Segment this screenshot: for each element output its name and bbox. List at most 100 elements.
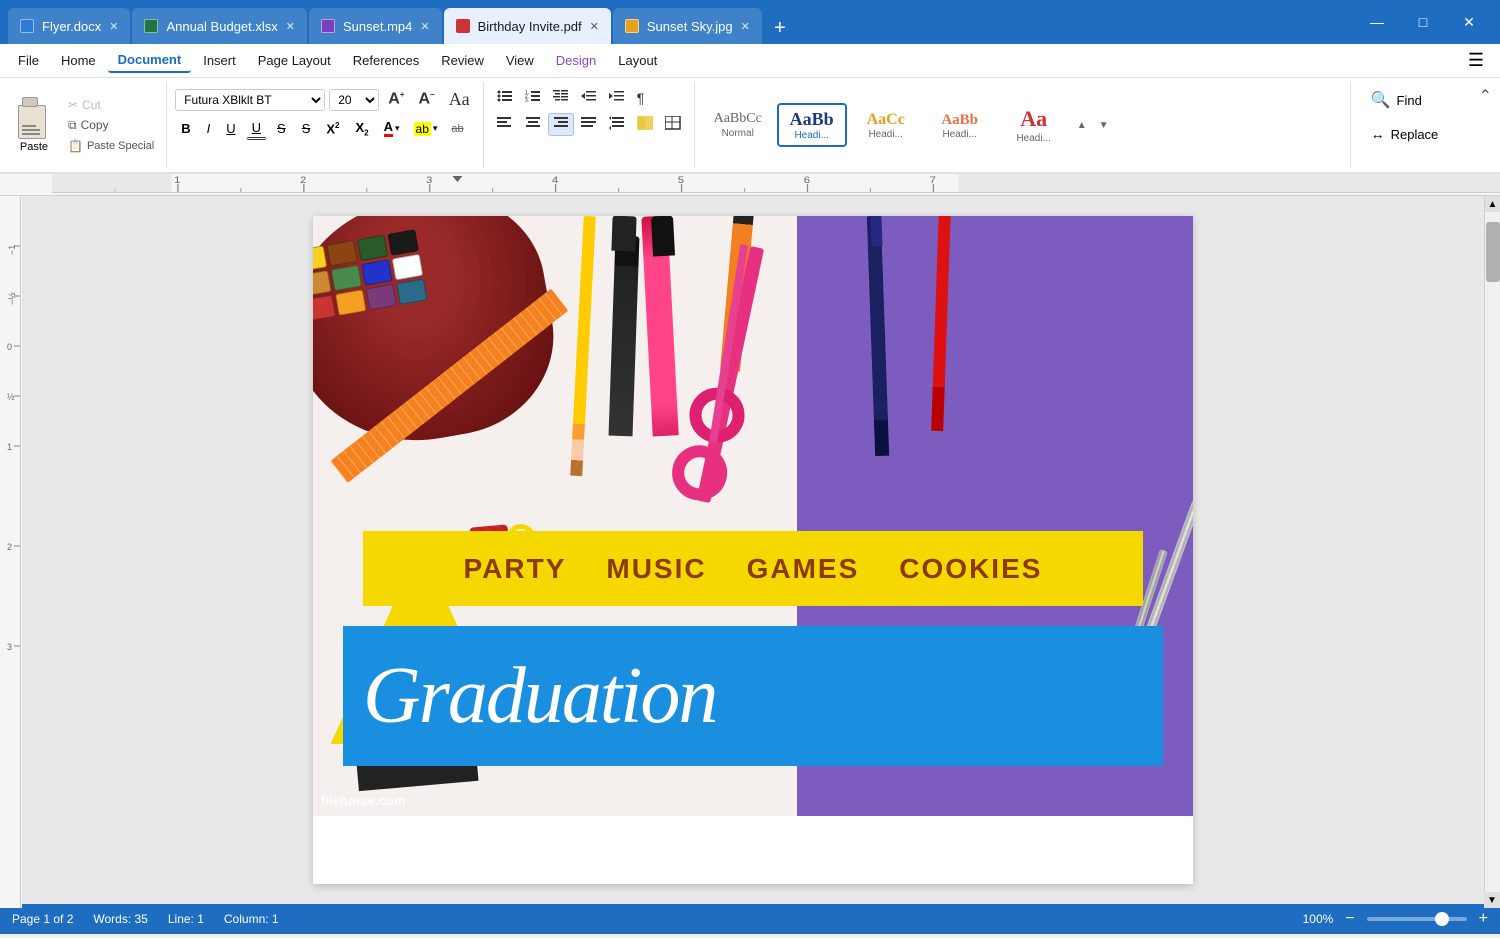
underline2-button[interactable]: U — [246, 117, 267, 140]
copy-button[interactable]: ⧉ Copy — [64, 116, 158, 135]
numbered-list-button[interactable]: 1.2.3. — [520, 86, 546, 109]
grow-font-button[interactable]: A+ — [383, 87, 409, 111]
scroll-up-button[interactable]: ▲ — [1485, 196, 1500, 212]
borders-button[interactable] — [660, 113, 686, 136]
paste-special-button[interactable]: 📋 Paste Special — [64, 137, 158, 155]
menu-home[interactable]: Home — [51, 49, 106, 72]
styles-scroll-up[interactable]: ▲ — [1073, 120, 1091, 131]
horizontal-ruler: 1 2 3 4 5 6 7 — [52, 174, 1500, 195]
tab-birthday[interactable]: Birthday Invite.pdf ✕ — [444, 8, 611, 44]
align-right-button[interactable] — [548, 113, 574, 136]
shading-button[interactable] — [632, 113, 658, 136]
banner-party: PARTY — [464, 553, 567, 585]
zoom-minus-button[interactable]: − — [1345, 910, 1354, 928]
new-tab-button[interactable]: + — [764, 12, 796, 44]
clear-format-button[interactable]: ab — [446, 120, 468, 138]
window-controls: — □ ✕ — [1354, 0, 1492, 44]
svg-text:3: 3 — [7, 642, 12, 652]
font-row-1: Futura XBlklt BT 20 A+ A− Aa — [175, 86, 474, 113]
italic-button[interactable]: I — [201, 118, 217, 139]
document-image: PARTY MUSIC GAMES COOKIES Graduation fil… — [313, 216, 1193, 816]
line-spacing-button[interactable] — [604, 113, 630, 136]
watermark: filehorse.com — [321, 793, 406, 808]
menu-view[interactable]: View — [496, 49, 544, 72]
highlight-color-button[interactable]: ab ▾ — [409, 119, 443, 139]
cut-button[interactable]: ✂ Cut — [64, 96, 158, 114]
tab-icon-jpg — [625, 19, 639, 33]
underline-button[interactable]: U — [220, 118, 241, 139]
find-button[interactable]: 🔍 Find — [1363, 86, 1459, 114]
style-heading3[interactable]: AaBb Headi... — [925, 105, 995, 146]
font-dialog-button[interactable]: Aa — [444, 86, 475, 113]
scroll-down-button[interactable]: ▼ — [1484, 892, 1500, 908]
zoom-plus-button[interactable]: + — [1479, 910, 1488, 928]
increase-indent-button[interactable] — [604, 86, 630, 109]
menu-more[interactable]: ☰ — [1460, 46, 1492, 75]
black-marker-cap — [612, 216, 637, 251]
status-right: 100% − + — [1303, 910, 1488, 928]
tab-sky[interactable]: Sunset Sky.jpg ✕ — [613, 8, 762, 44]
chevron-up-icon: ▲ — [1077, 120, 1087, 131]
tab-flyer[interactable]: Flyer.docx ✕ — [8, 8, 130, 44]
bullet-list-button[interactable] — [492, 86, 518, 109]
replace-button[interactable]: ↔ Replace — [1363, 122, 1459, 146]
svg-text:7: 7 — [930, 176, 937, 186]
style-heading2[interactable]: AaCc Headi... — [851, 104, 921, 146]
shrink-font-button[interactable]: A− — [413, 87, 439, 111]
tab-flyer-close[interactable]: ✕ — [109, 20, 118, 33]
strikethrough2-button[interactable]: S — [296, 118, 317, 139]
menu-file[interactable]: File — [8, 49, 49, 72]
tab-budget-close[interactable]: ✕ — [286, 20, 295, 33]
styles-scroll-down[interactable]: ▼ — [1095, 120, 1113, 131]
minimize-button[interactable]: — — [1354, 0, 1400, 44]
align-left-button[interactable] — [492, 113, 518, 136]
menu-pagelayout[interactable]: Page Layout — [248, 49, 341, 72]
zoom-thumb[interactable] — [1435, 912, 1449, 926]
ribbon-collapse-button[interactable]: ⌃ — [1471, 82, 1500, 168]
scroll-thumb[interactable] — [1486, 222, 1500, 282]
outline-list-button[interactable] — [548, 86, 574, 109]
align-justify-button[interactable] — [576, 113, 602, 136]
maximize-button[interactable]: □ — [1400, 0, 1446, 44]
menu-layout[interactable]: Layout — [608, 49, 667, 72]
superscript-button[interactable]: X2 — [320, 118, 345, 139]
subscript-button[interactable]: X2 — [349, 117, 374, 141]
style-heading3-label: Headi... — [942, 129, 976, 140]
paste-button[interactable]: Paste — [8, 93, 60, 157]
align-center-button[interactable] — [520, 113, 546, 136]
style-heading3-preview: AaBb — [941, 111, 978, 129]
menu-references[interactable]: References — [343, 49, 429, 72]
pilcrow-button[interactable]: ¶ — [632, 87, 650, 109]
strikethrough-button[interactable]: S — [271, 118, 292, 139]
font-color-button[interactable]: A ▾ — [379, 117, 405, 140]
menu-document[interactable]: Document — [108, 48, 192, 73]
tab-birthday-close[interactable]: ✕ — [590, 20, 599, 33]
svg-text:2: 2 — [300, 176, 307, 186]
pink-marker-cap — [651, 216, 675, 257]
yellow-banner: PARTY MUSIC GAMES COOKIES — [363, 531, 1143, 606]
bold-button[interactable]: B — [175, 118, 196, 139]
decrease-indent-button[interactable] — [576, 86, 602, 109]
tab-sunset[interactable]: Sunset.mp4 ✕ — [309, 8, 442, 44]
menu-design[interactable]: Design — [546, 49, 606, 72]
vertical-scrollbar[interactable]: ▲ ▼ — [1484, 196, 1500, 904]
menu-insert[interactable]: Insert — [193, 49, 246, 72]
font-size-select[interactable]: 20 — [329, 89, 379, 111]
tab-sky-close[interactable]: ✕ — [741, 20, 750, 33]
pencil — [570, 216, 596, 476]
font-name-select[interactable]: Futura XBlklt BT — [175, 89, 325, 111]
menu-review[interactable]: Review — [431, 49, 494, 72]
svg-text:5: 5 — [678, 176, 685, 186]
zoom-slider[interactable] — [1367, 917, 1467, 921]
highlight-dropdown[interactable]: ▾ — [433, 123, 438, 134]
style-normal[interactable]: AaBbCc Normal — [703, 105, 773, 145]
tab-sunset-close[interactable]: ✕ — [420, 20, 429, 33]
tab-budget[interactable]: Annual Budget.xlsx ✕ — [132, 8, 307, 44]
font-color-dropdown[interactable]: ▾ — [395, 123, 400, 134]
paragraph-group: 1.2.3. ¶ — [484, 82, 695, 168]
find-icon: 🔍 — [1371, 90, 1391, 110]
style-heading4[interactable]: Aa Headi... — [999, 100, 1069, 149]
style-heading1[interactable]: AaBb Headi... — [777, 103, 847, 148]
document-area[interactable]: PARTY MUSIC GAMES COOKIES Graduation fil… — [22, 196, 1484, 904]
close-button[interactable]: ✕ — [1446, 0, 1492, 44]
